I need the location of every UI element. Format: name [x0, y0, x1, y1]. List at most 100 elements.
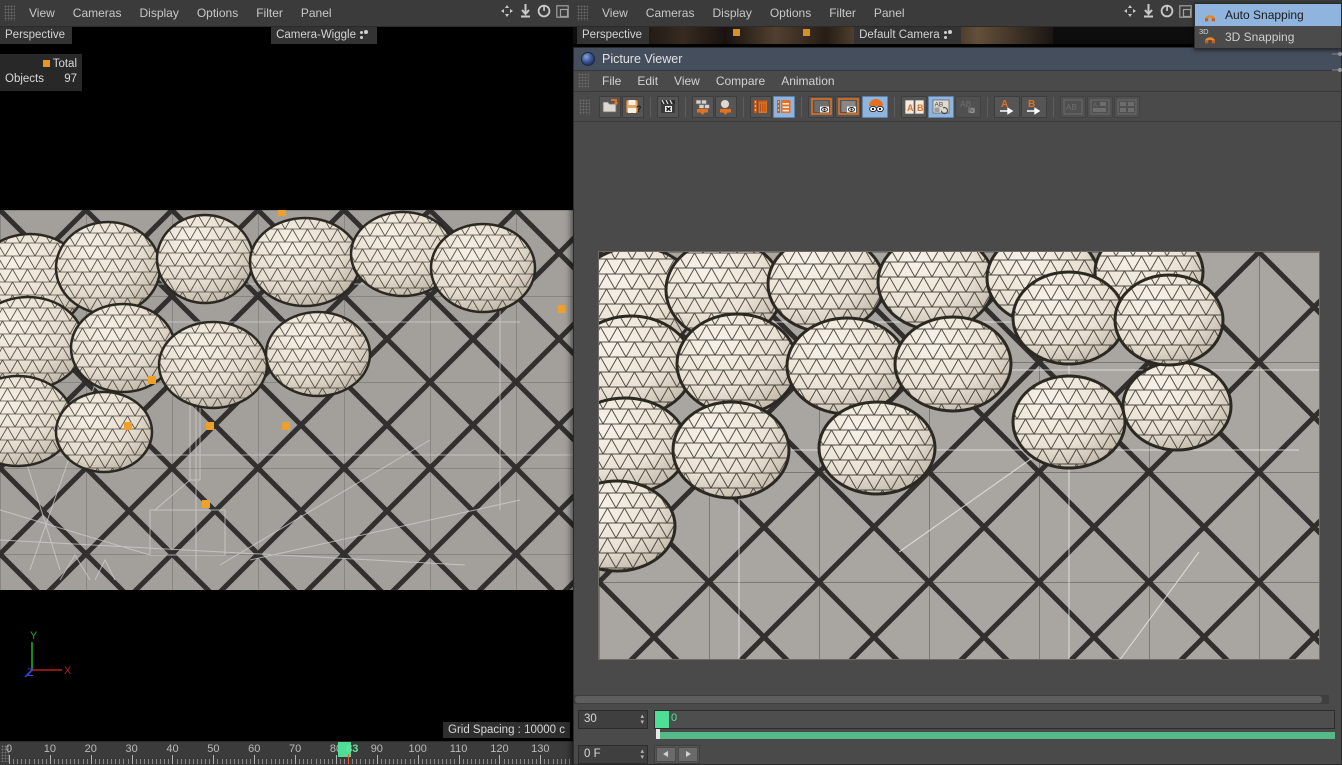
picture-viewer-menubar: File Edit View Compare Animation — [574, 71, 1341, 92]
pv-menu-animation[interactable]: Animation — [773, 73, 842, 89]
compare-ab-button[interactable]: A B — [901, 95, 927, 118]
picture-viewer-toolbar: ? A B AB AB A B AB A — [574, 92, 1341, 122]
picture-viewer-hscrollbar[interactable] — [574, 695, 1329, 704]
snapping-dropdown-menu: Auto Snapping 3D 3D Snapping — [1194, 3, 1342, 49]
grip-icon[interactable] — [579, 98, 590, 115]
rv-menu-filter[interactable]: Filter — [820, 4, 865, 22]
rv-camera-label[interactable]: Default Camera — [854, 27, 961, 44]
pv-menu-edit[interactable]: Edit — [629, 73, 666, 89]
pv-menu-view[interactable]: View — [666, 73, 708, 89]
timeline-tick — [168, 759, 170, 764]
timeline-tick — [491, 759, 493, 764]
snap-item-label: 3D Snapping — [1225, 30, 1295, 44]
magnet-3d-icon: 3D — [1199, 27, 1219, 46]
next-frame-button[interactable] — [678, 746, 698, 762]
send-to-object-button[interactable] — [715, 95, 737, 118]
timeline-bar[interactable]: 0 10 20 30 40 50 60 70 80 90 100 110 120 130 83 — [0, 741, 574, 765]
eye-face-icon — [868, 99, 884, 113]
preview-a-button[interactable] — [808, 95, 834, 118]
rv-menu-display[interactable]: Display — [703, 4, 760, 22]
zoom-icon[interactable] — [519, 4, 532, 18]
save-image-as-button[interactable]: ? — [622, 95, 644, 118]
rotate-icon[interactable] — [1160, 4, 1174, 18]
clear-render-button[interactable] — [657, 95, 679, 118]
snap-item-auto-snapping[interactable]: Auto Snapping — [1195, 4, 1341, 26]
prev-frame-button[interactable] — [656, 746, 676, 762]
lv-menu-display[interactable]: Display — [130, 4, 187, 22]
history-button[interactable] — [773, 95, 795, 118]
timeline-tick — [66, 759, 68, 764]
left-viewport-canvas[interactable]: Total Objects 97 Y X Z Grid Spacing: 10… — [0, 44, 573, 741]
layout-side-button[interactable]: AB — [1060, 95, 1086, 118]
lv-menu-cameras[interactable]: Cameras — [64, 4, 131, 22]
cinema4d-window: View Cameras Display Options Filter Pane… — [0, 0, 1342, 765]
svg-text:AB: AB — [1066, 103, 1077, 112]
pv-menu-compare[interactable]: Compare — [708, 73, 773, 89]
fps-spinner[interactable]: 30 ▴ ▾ — [578, 709, 648, 729]
timeline-tick — [552, 759, 554, 764]
delete-entry-button[interactable] — [750, 95, 772, 118]
timeline-tick — [225, 759, 227, 764]
send-to-filmstrip-button[interactable] — [692, 95, 714, 118]
snap-item-3d-snapping[interactable]: 3D 3D Snapping — [1195, 26, 1341, 48]
timeline-tick — [286, 759, 288, 764]
spinner-arrows-icon[interactable]: ▴ ▾ — [640, 713, 644, 726]
maximize-icon[interactable] — [556, 4, 569, 18]
timeline-tick — [319, 759, 321, 764]
rv-menu-view[interactable]: View — [593, 4, 637, 22]
lv-camera-label[interactable]: Camera-Wiggle — [271, 27, 377, 44]
preview-both-button[interactable] — [862, 95, 888, 118]
lv-viewport-controls — [500, 4, 569, 18]
set-a-button[interactable]: A — [994, 95, 1020, 118]
grip-icon[interactable] — [577, 5, 588, 21]
rendered-scene — [599, 252, 1319, 659]
rv-menu-options[interactable]: Options — [761, 4, 820, 22]
grip-icon[interactable] — [578, 73, 589, 89]
timeline-tick — [119, 759, 121, 764]
timeline-tick — [127, 759, 129, 764]
lv-menu-filter[interactable]: Filter — [247, 4, 292, 22]
timeline-tick — [33, 759, 35, 764]
lv-projection-label[interactable]: Perspective — [0, 27, 73, 44]
grip-icon[interactable] — [4, 5, 15, 21]
lv-menu-view[interactable]: View — [20, 4, 64, 22]
lv-menu-options[interactable]: Options — [188, 4, 247, 22]
compare-overlay-button[interactable]: AB — [928, 95, 954, 118]
rendered-image[interactable] — [598, 251, 1320, 660]
move-icon[interactable] — [500, 4, 514, 18]
timeline-tick — [237, 759, 239, 764]
scrollbar-thumb[interactable] — [575, 696, 1323, 703]
set-b-button[interactable]: B — [1021, 95, 1047, 118]
maximize-icon[interactable] — [1179, 4, 1192, 18]
timeline-tick — [417, 755, 419, 764]
pv-menu-file[interactable]: File — [594, 73, 629, 89]
lv-menu-panel[interactable]: Panel — [292, 4, 341, 22]
timeline-tick — [474, 759, 476, 764]
toolbar-separator — [650, 96, 651, 117]
picture-viewer-window: Picture Viewer File Edit View Compare An… — [573, 47, 1342, 765]
compare-diff-button[interactable]: AB — [955, 95, 981, 118]
rv-menu-cameras[interactable]: Cameras — [637, 4, 704, 22]
layout-stack-button[interactable]: A — [1087, 95, 1113, 118]
layout-grid-button[interactable] — [1114, 95, 1140, 118]
timeline-tick — [364, 759, 366, 764]
ab-split-icon: A B — [904, 99, 924, 114]
picture-viewer-stage[interactable] — [574, 123, 1341, 704]
timeline-label: 90 — [370, 743, 383, 755]
open-image-button[interactable] — [599, 95, 621, 118]
move-icon[interactable] — [1123, 4, 1137, 18]
toolbar-separator — [801, 96, 802, 117]
rotate-icon[interactable] — [537, 4, 551, 18]
rv-menu-panel[interactable]: Panel — [865, 4, 914, 22]
timebar-cursor[interactable] — [655, 710, 669, 728]
camera-dots-icon — [359, 30, 370, 40]
timeline-playhead[interactable] — [348, 754, 350, 764]
picture-viewer-titlebar[interactable]: Picture Viewer — [574, 48, 1341, 71]
preview-b-button[interactable] — [835, 95, 861, 118]
zoom-icon[interactable] — [1142, 4, 1155, 18]
playback-timebar[interactable]: 0 — [654, 709, 1335, 729]
frame-spinner[interactable]: 0 F ▴ ▾ — [578, 744, 648, 764]
rv-projection-label[interactable]: Perspective — [577, 27, 650, 44]
spinner-arrows-icon[interactable]: ▴ ▾ — [640, 748, 644, 761]
timeline-tick — [258, 759, 260, 764]
